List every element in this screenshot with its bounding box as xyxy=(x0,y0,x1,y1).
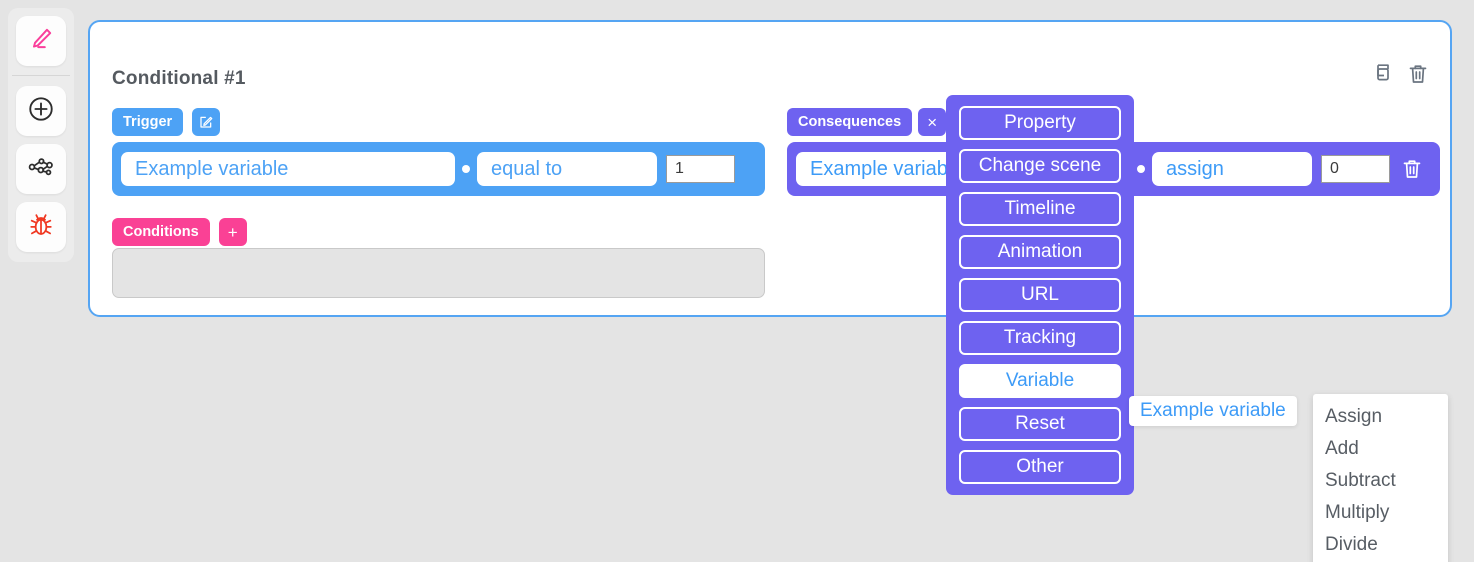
menu-item-animation[interactable]: Animation xyxy=(959,235,1121,269)
conditions-badge[interactable]: Conditions xyxy=(112,218,210,246)
consequence-connector-dot xyxy=(1137,165,1145,173)
trigger-header: Trigger xyxy=(112,108,220,136)
operation-divide[interactable]: Divide xyxy=(1313,529,1448,561)
pen-tool-button[interactable] xyxy=(16,16,66,66)
menu-item-variable[interactable]: Variable xyxy=(959,364,1121,398)
operation-subtract[interactable]: Subtract xyxy=(1313,465,1448,497)
menu-item-reset[interactable]: Reset xyxy=(959,407,1121,441)
toolbar-divider xyxy=(12,75,70,76)
operation-add[interactable]: Add xyxy=(1313,433,1448,465)
add-tool-button[interactable] xyxy=(16,86,66,136)
variable-submenu-item[interactable]: Example variable xyxy=(1129,396,1297,426)
consequence-operator-select[interactable]: assign xyxy=(1152,152,1312,186)
menu-item-change-scene[interactable]: Change scene xyxy=(959,149,1121,183)
trigger-connector-dot xyxy=(462,165,470,173)
consequences-badge[interactable]: Consequences xyxy=(787,108,912,136)
trash-icon[interactable] xyxy=(1406,62,1430,86)
conditions-dropzone[interactable] xyxy=(112,248,765,298)
trigger-badge[interactable]: Trigger xyxy=(112,108,183,136)
card-title: Conditional #1 xyxy=(112,68,246,90)
edit-square-icon[interactable] xyxy=(192,108,220,136)
trigger-value-input[interactable]: 1 xyxy=(666,155,735,183)
consequence-value-input[interactable]: 0 xyxy=(1321,155,1390,183)
bug-icon xyxy=(27,211,55,244)
app-canvas: Conditional #1 Trigger xyxy=(0,0,1474,562)
conditions-header: Conditions + xyxy=(112,218,247,246)
pen-icon xyxy=(28,26,54,57)
trigger-operator-select[interactable]: equal to xyxy=(477,152,657,186)
trigger-row: Example variable equal to 1 xyxy=(112,142,765,196)
operation-assign[interactable]: Assign xyxy=(1313,401,1448,433)
menu-item-property[interactable]: Property xyxy=(959,106,1121,140)
node-graph-icon xyxy=(27,153,55,186)
operation-multiply[interactable]: Multiply xyxy=(1313,497,1448,529)
menu-item-tracking[interactable]: Tracking xyxy=(959,321,1121,355)
graph-tool-button[interactable] xyxy=(16,144,66,194)
copy-icon[interactable] xyxy=(1370,62,1394,86)
conditional-card: Conditional #1 Trigger xyxy=(88,20,1452,317)
left-toolbar xyxy=(8,8,74,262)
plus-circle-icon xyxy=(27,95,55,128)
consequence-type-menu: Property Change scene Timeline Animation… xyxy=(946,95,1134,495)
menu-item-other[interactable]: Other xyxy=(959,450,1121,484)
close-icon[interactable]: × xyxy=(918,108,946,136)
menu-item-timeline[interactable]: Timeline xyxy=(959,192,1121,226)
operation-submenu: Assign Add Subtract Multiply Divide xyxy=(1313,394,1448,562)
card-actions xyxy=(1370,62,1430,86)
consequence-trash-icon[interactable] xyxy=(1400,157,1424,181)
add-condition-button[interactable]: + xyxy=(219,218,247,246)
menu-item-url[interactable]: URL xyxy=(959,278,1121,312)
debug-tool-button[interactable] xyxy=(16,202,66,252)
trigger-variable-select[interactable]: Example variable xyxy=(121,152,455,186)
consequences-header: Consequences × xyxy=(787,108,946,136)
